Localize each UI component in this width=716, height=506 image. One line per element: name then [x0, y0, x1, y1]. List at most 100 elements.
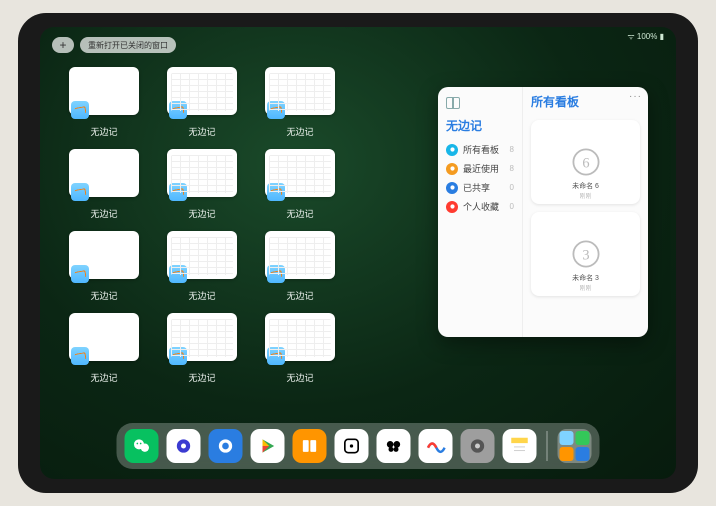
- dock-app-settings[interactable]: [461, 429, 495, 463]
- freeform-boards-panel: 所有看板 6 未命名 6刚刚 3 未命名 3刚刚: [522, 87, 648, 337]
- freeform-app-icon: [71, 265, 89, 283]
- board-name: 未命名 3刚刚: [531, 273, 640, 292]
- app-thumbnail: [167, 67, 237, 115]
- app-label: 无边记: [90, 289, 117, 302]
- app-label: 无边记: [188, 125, 215, 138]
- sidebar-item-label: 个人收藏: [463, 200, 499, 213]
- app-switcher-grid: 无边记无边记无边记无边记无边记无边记无边记无边记无边记无边记无边记无边记: [64, 67, 438, 393]
- board-card[interactable]: 6 未命名 6刚刚: [531, 120, 640, 204]
- app-label: 无边记: [188, 289, 215, 302]
- dock-app-quark[interactable]: [167, 429, 201, 463]
- sidebar-toggle-icon[interactable]: [446, 97, 460, 109]
- app-switcher-tile[interactable]: 无边记: [260, 313, 340, 393]
- battery-text: 100%: [637, 32, 657, 41]
- freeform-app-icon: [71, 183, 89, 201]
- freeform-app-icon: [267, 183, 285, 201]
- board-sketch: 6: [568, 144, 604, 180]
- app-switcher-tile[interactable]: 无边记: [64, 149, 144, 229]
- freeform-app-icon: [169, 101, 187, 119]
- svg-text:6: 6: [582, 155, 589, 171]
- sidebar-item-count: 0: [510, 183, 514, 192]
- more-icon[interactable]: ···: [629, 91, 642, 102]
- add-button[interactable]: +: [52, 37, 74, 53]
- app-switcher-tile[interactable]: 无边记: [260, 67, 340, 147]
- boards-heading: 所有看板: [531, 93, 640, 110]
- board-card[interactable]: 3 未命名 3刚刚: [531, 212, 640, 296]
- sidebar-item-label: 所有看板: [463, 143, 499, 156]
- app-label: 无边记: [90, 371, 117, 384]
- freeform-app-icon: [169, 265, 187, 283]
- freeform-app-icon: [169, 183, 187, 201]
- board-sketch: 3: [568, 236, 604, 272]
- board-name: 未命名 6刚刚: [531, 181, 640, 200]
- app-thumbnail: [265, 149, 335, 197]
- category-icon: [446, 201, 458, 213]
- sidebar-title: 无边记: [446, 117, 516, 134]
- app-switcher-tile[interactable]: 无边记: [260, 149, 340, 229]
- dock-app-dice[interactable]: [335, 429, 369, 463]
- app-switcher-tile[interactable]: 无边记: [64, 67, 144, 147]
- sidebar-item[interactable]: 已共享 0: [444, 178, 516, 197]
- app-thumbnail: [167, 149, 237, 197]
- app-thumbnail: [167, 313, 237, 361]
- sidebar-item[interactable]: 所有看板 8: [444, 140, 516, 159]
- app-thumbnail: [265, 231, 335, 279]
- app-switcher-tile[interactable]: 无边记: [162, 313, 242, 393]
- ipad-frame: ᯤ 100% ▮ + 重新打开已关闭的窗口 无边记无边记无边记无边记无边记无边记…: [18, 13, 698, 493]
- freeform-app-icon: [169, 347, 187, 365]
- app-label: 无边记: [90, 125, 117, 138]
- freeform-app-icon: [267, 265, 285, 283]
- category-icon: [446, 163, 458, 175]
- app-label: 无边记: [286, 289, 313, 302]
- app-thumbnail: [69, 67, 139, 115]
- app-switcher-topbar: + 重新打开已关闭的窗口: [52, 37, 176, 53]
- freeform-app-window[interactable]: ··· 无边记 所有看板8最近使用8已共享0个人收藏0 所有看板 6未命名 6刚…: [438, 87, 648, 337]
- sidebar-item-count: 8: [510, 145, 514, 154]
- app-switcher-tile[interactable]: 无边记: [64, 313, 144, 393]
- dock: [117, 423, 600, 469]
- app-label: 无边记: [286, 207, 313, 220]
- battery-icon: ▮: [657, 32, 664, 41]
- sidebar-item-label: 已共享: [463, 181, 490, 194]
- app-label: 无边记: [188, 371, 215, 384]
- svg-text:3: 3: [582, 247, 589, 263]
- app-switcher-tile[interactable]: 无边记: [162, 231, 242, 311]
- freeform-app-icon: [71, 347, 89, 365]
- reopen-closed-window-chip[interactable]: 重新打开已关闭的窗口: [80, 37, 176, 53]
- app-switcher-tile[interactable]: 无边记: [64, 231, 144, 311]
- app-switcher-tile[interactable]: 无边记: [162, 67, 242, 147]
- app-thumbnail: [265, 313, 335, 361]
- dock-app-qqbrowser[interactable]: [209, 429, 243, 463]
- app-thumbnail: [69, 149, 139, 197]
- freeform-sidebar: 无边记 所有看板8最近使用8已共享0个人收藏0: [438, 87, 522, 337]
- sidebar-item-count: 8: [510, 164, 514, 173]
- freeform-app-icon: [71, 101, 89, 119]
- dock-app-butterfly[interactable]: [377, 429, 411, 463]
- sidebar-item-count: 0: [510, 202, 514, 211]
- sidebar-item[interactable]: 个人收藏 0: [444, 197, 516, 216]
- dock-app-notes[interactable]: [503, 429, 537, 463]
- freeform-app-icon: [267, 347, 285, 365]
- app-label: 无边记: [188, 207, 215, 220]
- freeform-app-icon: [267, 101, 285, 119]
- dock-app-books[interactable]: [293, 429, 327, 463]
- app-label: 无边记: [286, 371, 313, 384]
- app-thumbnail: [265, 67, 335, 115]
- dock-recent-apps[interactable]: [558, 429, 592, 463]
- status-bar: ᯤ 100% ▮: [627, 31, 664, 42]
- dock-separator: [547, 431, 548, 461]
- app-thumbnail: [167, 231, 237, 279]
- sidebar-item[interactable]: 最近使用8: [444, 159, 516, 178]
- dock-app-freeform[interactable]: [419, 429, 453, 463]
- app-label: 无边记: [90, 207, 117, 220]
- app-switcher-tile[interactable]: 无边记: [162, 149, 242, 229]
- wifi-icon: ᯤ: [627, 32, 637, 41]
- app-thumbnail: [69, 231, 139, 279]
- category-icon: [446, 144, 458, 156]
- dock-app-wechat[interactable]: [125, 429, 159, 463]
- app-label: 无边记: [286, 125, 313, 138]
- app-switcher-tile[interactable]: 无边记: [260, 231, 340, 311]
- dock-app-play[interactable]: [251, 429, 285, 463]
- app-thumbnail: [69, 313, 139, 361]
- home-screen: ᯤ 100% ▮ + 重新打开已关闭的窗口 无边记无边记无边记无边记无边记无边记…: [40, 27, 676, 479]
